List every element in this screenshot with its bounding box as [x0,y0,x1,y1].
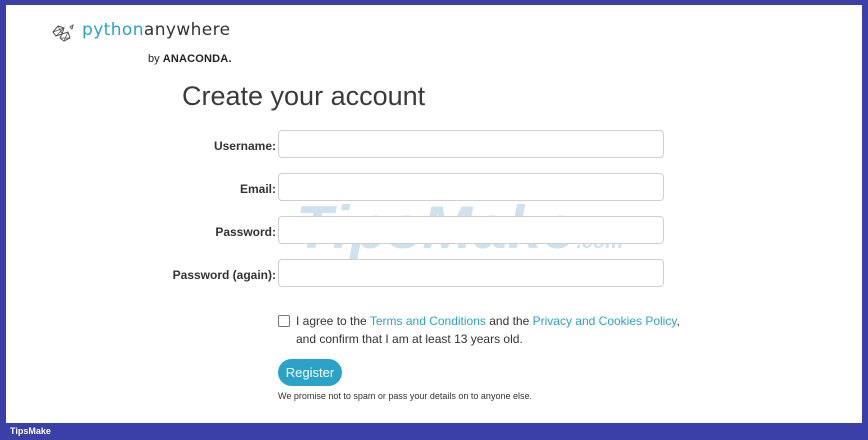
privacy-link[interactable]: Privacy and Cookies Policy [533,314,677,328]
agree-checkbox[interactable] [278,315,290,327]
page-frame: pythonanywhere by ANACONDA. Create your … [6,5,862,423]
username-label: Username: [213,139,276,153]
email-label: Email: [239,182,276,196]
snake-logo-icon [52,23,74,42]
footer-bar: TipsMake [0,423,868,440]
logo-wordmark: pythonanywhere [82,20,231,40]
register-button[interactable]: Register [278,359,342,386]
email-input[interactable] [278,173,664,201]
password-again-input[interactable] [278,259,664,287]
privacy-promise: We promise not to spam or pass your deta… [278,391,532,401]
logo-byline: by ANACONDA. [148,53,232,65]
password-input[interactable] [278,216,664,244]
agree-text: I agree to the Terms and Conditions and … [296,314,680,346]
page-title: Create your account [182,81,426,111]
terms-link[interactable]: Terms and Conditions [370,314,486,328]
footer-label: TipsMake [10,426,51,436]
password-again-label: Password (again): [172,268,276,282]
username-input[interactable] [278,130,664,158]
password-label: Password: [215,225,276,239]
